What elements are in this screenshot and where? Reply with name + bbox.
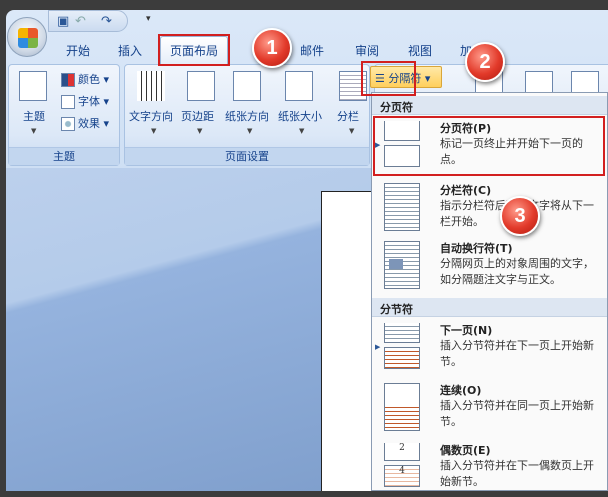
quick-access-toolbar: ▣ ↶ ↷ xyxy=(48,10,128,32)
size-icon xyxy=(285,71,313,101)
callout-3: 3 xyxy=(500,196,540,236)
tab-insert[interactable]: 插入 xyxy=(118,42,142,59)
effects-icon xyxy=(61,117,75,131)
section-breaks-header: 分节符 xyxy=(372,298,607,317)
theme-button[interactable]: 主题 xyxy=(23,108,45,124)
colors-button[interactable]: 颜色 ▾ xyxy=(61,71,109,87)
tab-review[interactable]: 审阅 xyxy=(355,42,379,59)
margins-button[interactable]: 页边距 xyxy=(181,108,214,124)
page-breaks-header: 分页符 xyxy=(372,96,607,115)
highlight-page-layout-tab xyxy=(158,34,230,66)
menu-item-even-page[interactable]: 2 4 偶数页(E) 插入分节符并在下一偶数页上开始新节。 xyxy=(372,439,607,497)
chevron-down-icon: ▼ xyxy=(247,127,253,135)
chevron-down-icon: ▼ xyxy=(197,127,203,135)
highlight-breaks-button xyxy=(361,61,416,96)
office-logo-icon xyxy=(18,28,38,48)
orientation-button[interactable]: 纸张方向 xyxy=(225,108,269,124)
office-button[interactable] xyxy=(7,17,47,57)
page-setup-group: 文字方向 页边距 纸张方向 纸张大小 分栏 ▼ ▼ ▼ ▼ ▼ 页面设置 xyxy=(124,64,370,166)
margins-icon xyxy=(187,71,215,101)
orientation-icon xyxy=(233,71,261,101)
pointer-icon: ▶ xyxy=(375,343,381,351)
menu-item-text-wrapping-break[interactable]: 自动换行符(T) 分隔网页上的对象周围的文字，如分隔题注文字与正文。 xyxy=(372,237,607,295)
text-wrapping-break-icon xyxy=(384,241,422,289)
customize-qat-icon[interactable]: ▾ xyxy=(146,14,151,24)
highlight-page-break-item xyxy=(373,116,605,176)
callout-2: 2 xyxy=(465,42,505,82)
continuous-icon xyxy=(384,383,422,431)
effects-button[interactable]: 效果 ▾ xyxy=(61,115,109,131)
next-page-icon xyxy=(384,323,422,371)
column-break-icon xyxy=(384,183,422,231)
chevron-down-icon: ▼ xyxy=(151,127,157,135)
callout-1: 1 xyxy=(252,28,292,68)
chevron-down-icon: ▼ xyxy=(31,127,37,135)
theme-icon xyxy=(19,71,47,101)
tab-view[interactable]: 视图 xyxy=(408,42,432,59)
undo-icon[interactable]: ↶ xyxy=(75,14,86,29)
size-button[interactable]: 纸张大小 xyxy=(278,108,322,124)
text-direction-button[interactable]: 文字方向 xyxy=(129,108,173,124)
menu-item-next-page[interactable]: ▶ 下一页(N) 插入分节符并在下一页上开始新节。 xyxy=(372,319,607,377)
menu-item-continuous[interactable]: 连续(O) 插入分节符并在同一页上开始新节。 xyxy=(372,379,607,437)
text-direction-icon xyxy=(137,71,165,101)
columns-button[interactable]: 分栏 xyxy=(337,108,359,124)
page-setup-group-label: 页面设置 xyxy=(125,147,369,165)
even-page-icon: 2 4 xyxy=(384,443,422,491)
theme-group-label: 主题 xyxy=(9,147,119,165)
chevron-down-icon: ▼ xyxy=(349,127,355,135)
fonts-button[interactable]: 字体 ▾ xyxy=(61,93,109,109)
theme-group: 主题 ▼ 颜色 ▾ 字体 ▾ 效果 ▾ 主题 xyxy=(8,64,120,166)
menu-item-column-break[interactable]: 分栏符(C) 指示分栏符后面的文字将从下一栏开始。 xyxy=(372,179,607,237)
save-icon[interactable]: ▣ xyxy=(57,14,69,29)
tab-mailings[interactable]: 邮件 xyxy=(300,42,324,59)
tab-home[interactable]: 开始 xyxy=(66,42,90,59)
redo-icon[interactable]: ↷ xyxy=(101,14,112,29)
chevron-down-icon: ▼ xyxy=(299,127,305,135)
fonts-icon xyxy=(61,95,75,109)
colors-icon xyxy=(61,73,75,87)
